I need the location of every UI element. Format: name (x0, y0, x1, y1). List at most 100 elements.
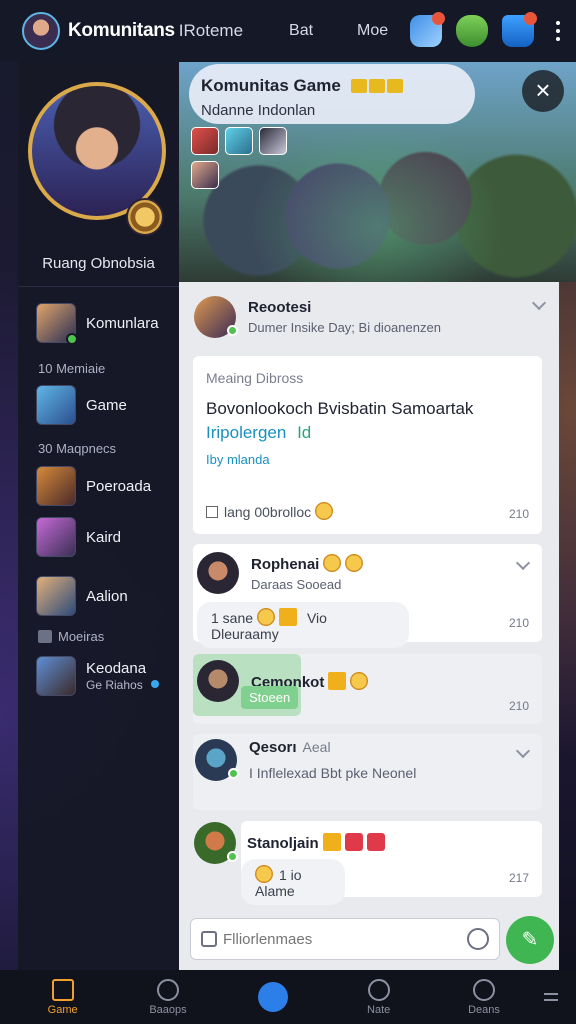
user-avatar[interactable] (22, 12, 60, 50)
post-author: Reootesi (248, 299, 312, 316)
post-avatar[interactable] (194, 296, 238, 338)
divider (18, 286, 179, 287)
room-label: Ruang Obnobsia (42, 255, 155, 272)
sidebar-item-label: Kaird (86, 528, 122, 546)
chevron-down-icon[interactable] (515, 743, 531, 759)
sidebar-item-label: Poeroada (86, 477, 152, 495)
top-bar: Komunitans IRoteme Bat Moe (0, 0, 576, 62)
post-meta: Dumer Insike Day; Bi dioanenzen (248, 320, 441, 335)
members-count: 10 Memiaie (38, 361, 106, 376)
search-icon (156, 978, 179, 1001)
community-title: Komunitas Game (201, 76, 341, 95)
unread-dot (150, 680, 159, 688)
channel-thumbnail (36, 656, 76, 696)
timestamp: 210 (509, 507, 530, 521)
post-card[interactable]: Meaing Dibross Bovonlookoch Bvisbatin Sa… (193, 356, 542, 534)
card-tag: Id (297, 423, 312, 442)
sidebar-item-label: Game (86, 396, 127, 414)
top-link-moe[interactable]: Moe (357, 22, 388, 40)
emoji-icon (366, 833, 385, 851)
message-card[interactable]: Rophenai Daraas Sooead 1 sane Vio Dleura… (193, 544, 542, 648)
message-card[interactable]: Cemonkot Stoeen 210 (193, 654, 542, 724)
sidebar-item-sub: Ge Riahos (86, 678, 159, 692)
member-avatar[interactable] (191, 127, 219, 155)
member-avatars (191, 127, 301, 189)
message-avatar[interactable] (197, 660, 239, 702)
sidebar-item-label: Keodana (86, 660, 147, 677)
message-avatar[interactable] (195, 739, 239, 781)
app-subtitle: IRoteme (178, 21, 244, 40)
home-icon (51, 978, 74, 1001)
nav-label: Game (47, 1003, 78, 1016)
sidebar-item-kaird[interactable]: Kaird (36, 517, 121, 557)
explore-icon (472, 978, 495, 1001)
shield-icon[interactable] (456, 15, 488, 47)
message-header: Qesorı Aeal I Inflelexad Bbt pke Neonel (195, 739, 416, 781)
sidebar-item-komunlara[interactable]: Komunlara (36, 303, 159, 345)
card-link[interactable]: Iripolergen (206, 423, 286, 442)
message-composer (190, 918, 500, 960)
menu-icon[interactable] (544, 993, 559, 1001)
emoji-icon (279, 608, 298, 626)
member-avatar[interactable] (259, 127, 287, 155)
nav-deans[interactable]: Deans (439, 978, 529, 1016)
edit-icon[interactable] (206, 506, 218, 518)
member-avatar[interactable] (191, 161, 219, 189)
sidebar-item-label: Aalion (86, 587, 128, 605)
sidebar-item-label: Komunlara (86, 314, 159, 332)
sidebar-item-aalion[interactable]: Aalion (36, 576, 128, 616)
attach-icon[interactable] (201, 931, 217, 947)
users-icon[interactable] (410, 12, 445, 47)
timestamp: 210 (509, 699, 530, 713)
message-sub: Daraas Sooead (251, 577, 342, 592)
sidebar-item-poeroada[interactable]: Poeroada (36, 466, 151, 506)
messages-count: 30 Maqpnecs (38, 441, 117, 456)
message-input[interactable] (223, 930, 467, 948)
emoji-icon (345, 554, 364, 572)
card-title: Bovonlookoch Bvisbatin Samoartak (206, 399, 474, 418)
send-button[interactable]: ✎ (506, 916, 554, 964)
message-card[interactable]: Stanoljain 1 io Alame 217 (241, 821, 542, 905)
channel-thumbnail (36, 576, 76, 616)
chevron-down-icon[interactable] (531, 295, 547, 311)
notification-badge (524, 12, 537, 25)
card-link-row: Iripolergen Id (206, 423, 311, 443)
meta-label: Moeiras (58, 629, 105, 644)
top-link-bat[interactable]: Bat (289, 22, 313, 40)
tag-icons (351, 79, 405, 98)
app-title: Komunitans (68, 20, 175, 41)
emoji-icon (315, 502, 334, 520)
nav-label: Deans (468, 1003, 500, 1016)
reaction-bubble[interactable]: 1 sane Vio Dleuraamy (197, 602, 409, 648)
sidebar-item-keodana[interactable]: Keodana Ge Riahos (36, 656, 159, 696)
sidebar: Ruang Obnobsia Komunlara 10 Memiaie Game… (18, 62, 179, 970)
community-header: Komunitas Game Ndanne Indonlan (189, 64, 475, 124)
nav-game[interactable]: Game (18, 978, 108, 1016)
alert-icon[interactable] (502, 12, 537, 47)
channel-thumbnail (36, 385, 76, 425)
emoji-picker-icon[interactable] (467, 928, 489, 950)
nav-search[interactable]: Baaops (123, 978, 213, 1016)
card-label: Meaing Dibross (206, 370, 304, 386)
emoji-icon (323, 554, 342, 572)
sidebar-item-game[interactable]: Game (36, 385, 127, 425)
channel-thumbnail (36, 303, 78, 345)
rank-badge-icon (126, 198, 164, 236)
notification-badge (432, 12, 445, 25)
chevron-down-icon[interactable] (515, 555, 531, 571)
message-card[interactable]: Qesorı Aeal I Inflelexad Bbt pke Neonel (193, 734, 542, 810)
reaction-bubble[interactable]: 1 io Alame (241, 859, 345, 905)
message-avatar[interactable] (194, 822, 238, 864)
more-menu-icon[interactable] (552, 21, 564, 41)
refresh-icon (367, 978, 390, 1001)
nav-nate[interactable]: Nate (334, 978, 424, 1016)
member-avatar[interactable] (225, 127, 253, 155)
nav-center[interactable] (228, 982, 318, 1012)
emoji-icon (255, 865, 273, 883)
close-button[interactable]: × (522, 70, 564, 112)
emoji-icon (344, 833, 363, 851)
community-subtitle: Ndanne Indonlan (201, 102, 316, 119)
card-meta: Iby mlanda (206, 452, 270, 467)
emoji-icon (322, 833, 341, 851)
message-avatar[interactable] (197, 552, 239, 594)
